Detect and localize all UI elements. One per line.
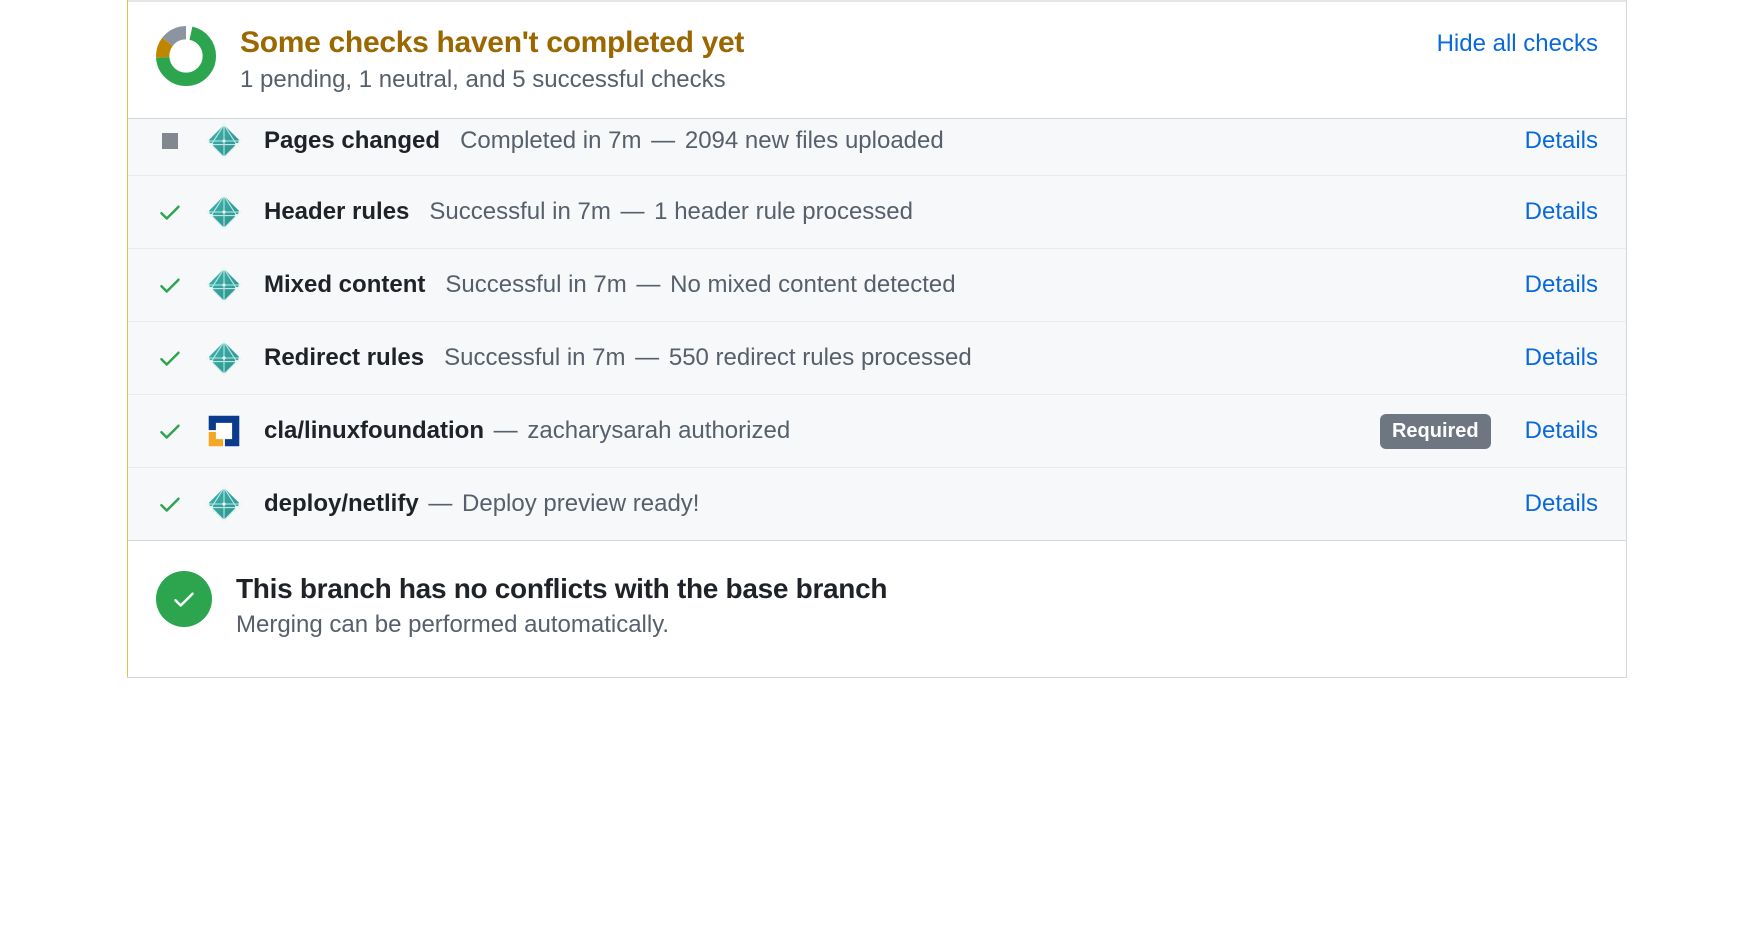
checks-status-subtitle: 1 pending, 1 neutral, and 5 successful c… bbox=[240, 66, 1413, 94]
check-row: cla/linuxfoundation — zacharysarah autho… bbox=[128, 395, 1626, 468]
check-row: Header rules Successful in 7m — 1 header… bbox=[128, 176, 1626, 249]
success-check-icon bbox=[156, 271, 184, 299]
check-timing: Successful in 7m bbox=[444, 344, 625, 371]
toggle-checks-link[interactable]: Hide all checks bbox=[1437, 30, 1598, 58]
netlify-app-icon bbox=[206, 486, 242, 522]
netlify-app-icon bbox=[206, 123, 242, 159]
check-summary: 550 redirect rules processed bbox=[669, 344, 972, 371]
status-donut-icon bbox=[156, 26, 216, 86]
linux-foundation-app-icon bbox=[206, 413, 242, 449]
details-link[interactable]: Details bbox=[1525, 127, 1598, 155]
merge-status-title: This branch has no conflicts with the ba… bbox=[236, 573, 887, 605]
check-summary: 2094 new files uploaded bbox=[685, 127, 944, 154]
check-row: Mixed content Successful in 7m — No mixe… bbox=[128, 249, 1626, 322]
check-name: Pages changed bbox=[264, 127, 440, 154]
netlify-app-icon bbox=[206, 194, 242, 230]
checks-header: Some checks haven't completed yet 1 pend… bbox=[128, 0, 1626, 118]
netlify-app-icon bbox=[206, 340, 242, 376]
check-text: Redirect rules Successful in 7m — 550 re… bbox=[264, 344, 1503, 372]
check-name: cla/linuxfoundation bbox=[264, 417, 484, 444]
checks-list: Pages changed Completed in 7m — 2094 new… bbox=[128, 118, 1626, 540]
check-text: deploy/netlify — Deploy preview ready! bbox=[264, 490, 1503, 518]
check-name: deploy/netlify bbox=[264, 490, 419, 517]
check-row: Redirect rules Successful in 7m — 550 re… bbox=[128, 322, 1626, 395]
check-row: Pages changed Completed in 7m — 2094 new… bbox=[128, 118, 1626, 176]
check-timing: Successful in 7m bbox=[429, 198, 610, 225]
success-check-icon bbox=[156, 490, 184, 518]
netlify-app-icon bbox=[206, 267, 242, 303]
success-check-icon bbox=[156, 344, 184, 372]
check-name: Redirect rules bbox=[264, 344, 424, 371]
check-text: cla/linuxfoundation — zacharysarah autho… bbox=[264, 417, 1358, 445]
details-link[interactable]: Details bbox=[1525, 490, 1598, 518]
success-circle-icon bbox=[156, 571, 212, 627]
neutral-status-icon bbox=[156, 127, 184, 155]
check-timing: Successful in 7m bbox=[445, 271, 626, 298]
check-text: Header rules Successful in 7m — 1 header… bbox=[264, 198, 1503, 226]
check-row: deploy/netlify — Deploy preview ready!De… bbox=[128, 468, 1626, 540]
details-link[interactable]: Details bbox=[1525, 271, 1598, 299]
check-summary: No mixed content detected bbox=[670, 271, 956, 298]
check-text: Pages changed Completed in 7m — 2094 new… bbox=[264, 127, 1503, 155]
success-check-icon bbox=[156, 198, 184, 226]
details-link[interactable]: Details bbox=[1525, 417, 1598, 445]
check-text: Mixed content Successful in 7m — No mixe… bbox=[264, 271, 1503, 299]
details-link[interactable]: Details bbox=[1525, 198, 1598, 226]
check-name: Mixed content bbox=[264, 271, 425, 298]
check-summary: zacharysarah authorized bbox=[527, 417, 790, 444]
check-timing: Completed in 7m bbox=[460, 127, 641, 154]
check-name: Header rules bbox=[264, 198, 409, 225]
details-link[interactable]: Details bbox=[1525, 344, 1598, 372]
merge-status-section: This branch has no conflicts with the ba… bbox=[128, 540, 1626, 677]
check-summary: Deploy preview ready! bbox=[462, 490, 699, 517]
check-summary: 1 header rule processed bbox=[654, 198, 913, 225]
merge-status-panel: Some checks haven't completed yet 1 pend… bbox=[127, 0, 1627, 678]
required-badge: Required bbox=[1380, 414, 1491, 449]
merge-status-subtitle: Merging can be performed automatically. bbox=[236, 611, 887, 639]
success-check-icon bbox=[156, 417, 184, 445]
checks-status-title: Some checks haven't completed yet bbox=[240, 26, 1413, 60]
